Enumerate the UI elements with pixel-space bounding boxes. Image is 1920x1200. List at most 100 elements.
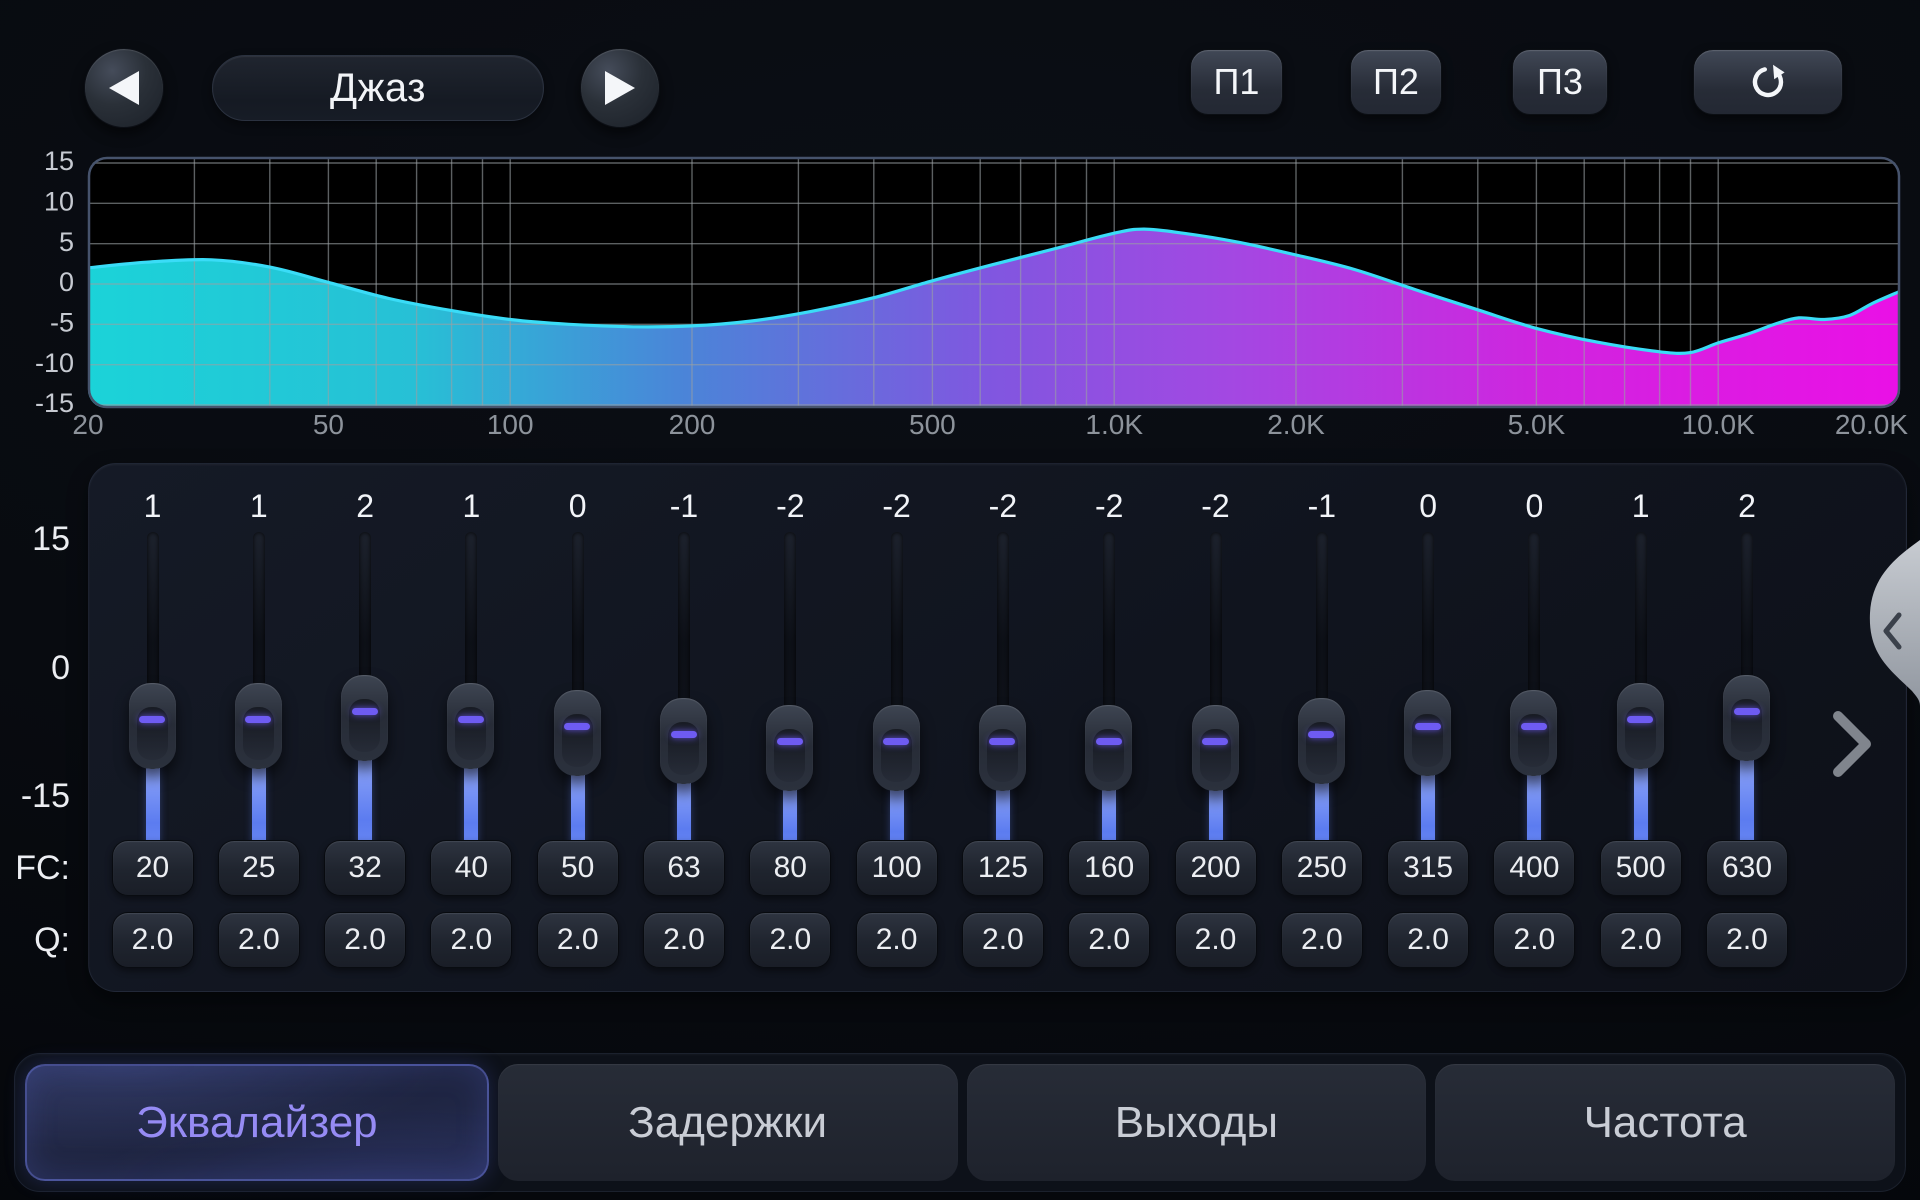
band-fc-button[interactable]: 50 [537,840,619,896]
slider-thumb-dash [139,716,165,723]
band-q-button[interactable]: 2.0 [112,912,194,968]
fc-row-label: FC: [0,850,70,886]
band-gain-slider[interactable] [1694,532,1800,806]
band-gain-slider[interactable] [525,532,631,806]
tab-bar: ЭквалайзерЗадержкиВыходыЧастота [14,1053,1906,1192]
previous-preset-button[interactable] [84,48,164,128]
slider-thumb[interactable] [129,683,176,769]
band-gain-slider[interactable] [631,532,737,806]
band-gain-slider[interactable] [100,532,206,806]
slider-thumb[interactable] [1617,683,1664,769]
slider-thumb-face [1306,722,1337,775]
band-q-button[interactable]: 2.0 [1706,912,1788,968]
slider-thumb[interactable] [873,705,920,791]
band-gain-slider[interactable] [206,532,312,806]
svg-text:0: 0 [59,267,74,297]
eq-band: 0 400 2.0 [1481,474,1587,994]
band-gain-value: -1 [1269,488,1375,524]
band-fc-button[interactable]: 250 [1281,840,1363,896]
slider-thumb-dash [245,716,271,723]
band-gain-slider[interactable] [844,532,950,806]
band-q-button[interactable]: 2.0 [1068,912,1150,968]
svg-text:200: 200 [669,409,716,440]
band-q-button[interactable]: 2.0 [749,912,831,968]
slider-thumb[interactable] [1298,698,1345,784]
band-q-button[interactable]: 2.0 [430,912,512,968]
slider-thumb[interactable] [1723,675,1770,761]
band-gain-slider[interactable] [1163,532,1269,806]
tab-equalizer[interactable]: Эквалайзер [25,1064,489,1181]
reset-button[interactable] [1693,49,1843,115]
slider-thumb[interactable] [341,675,388,761]
band-q-button[interactable]: 2.0 [1281,912,1363,968]
next-preset-button[interactable] [580,48,660,128]
memory-button-2[interactable]: П2 [1350,49,1442,115]
band-fc-button[interactable]: 125 [962,840,1044,896]
slider-thumb[interactable] [1085,705,1132,791]
band-fc-button[interactable]: 63 [643,840,725,896]
slider-thumb[interactable] [447,683,494,769]
tab-frequency[interactable]: Частота [1435,1064,1895,1181]
band-gain-slider[interactable] [1481,532,1587,806]
eq-band: 1 20 2.0 [100,474,206,994]
slider-thumb-dash [1734,708,1760,715]
band-fc-button[interactable]: 32 [324,840,406,896]
band-q-button[interactable]: 2.0 [643,912,725,968]
slider-thumb-face [1093,729,1124,782]
svg-text:20: 20 [72,409,103,440]
band-gain-slider[interactable] [950,532,1056,806]
band-q-button[interactable]: 2.0 [1600,912,1682,968]
memory-button-3[interactable]: П3 [1512,49,1608,115]
band-fc-button[interactable]: 315 [1387,840,1469,896]
band-gain-slider[interactable] [1588,532,1694,806]
band-gain-slider[interactable] [1269,532,1375,806]
band-fc-button[interactable]: 500 [1600,840,1682,896]
band-fc-button[interactable]: 80 [749,840,831,896]
band-gain-value: 0 [1375,488,1481,524]
band-fc-button[interactable]: 160 [1068,840,1150,896]
eq-band: 0 50 2.0 [525,474,631,994]
slider-thumb[interactable] [1404,690,1451,776]
band-gain-slider[interactable] [1375,532,1481,806]
slider-thumb[interactable] [554,690,601,776]
slider-thumb[interactable] [1510,690,1557,776]
band-q-button[interactable]: 2.0 [856,912,938,968]
svg-text:5.0K: 5.0K [1508,409,1566,440]
band-q-button[interactable]: 2.0 [1387,912,1469,968]
band-fc-button[interactable]: 25 [218,840,300,896]
slider-thumb-face [1518,714,1549,767]
band-fc-button[interactable]: 100 [856,840,938,896]
svg-text:2.0K: 2.0K [1267,409,1325,440]
slider-thumb[interactable] [235,683,282,769]
slider-thumb-dash [1202,738,1228,745]
band-gain-value: 2 [1694,488,1800,524]
band-gain-slider[interactable] [1056,532,1162,806]
band-gain-slider[interactable] [737,532,843,806]
slider-thumb[interactable] [1192,705,1239,791]
band-fc-button[interactable]: 20 [112,840,194,896]
band-q-button[interactable]: 2.0 [537,912,619,968]
tab-delays[interactable]: Задержки [498,1064,958,1181]
slider-thumb[interactable] [979,705,1026,791]
band-q-button[interactable]: 2.0 [962,912,1044,968]
slider-thumb-dash [1096,738,1122,745]
slider-thumb-face [881,729,912,782]
band-q-button[interactable]: 2.0 [1493,912,1575,968]
band-fc-button[interactable]: 200 [1175,840,1257,896]
eq-band: 1 40 2.0 [418,474,524,994]
band-fc-button[interactable]: 40 [430,840,512,896]
tab-outputs[interactable]: Выходы [967,1064,1427,1181]
band-fc-button[interactable]: 630 [1706,840,1788,896]
band-gain-slider[interactable] [418,532,524,806]
band-q-button[interactable]: 2.0 [218,912,300,968]
band-gain-slider[interactable] [312,532,418,806]
preset-name[interactable]: Джаз [212,55,544,121]
band-gain-value: 0 [525,488,631,524]
slider-thumb[interactable] [766,705,813,791]
band-q-button[interactable]: 2.0 [1175,912,1257,968]
band-fc-button[interactable]: 400 [1493,840,1575,896]
memory-button-1[interactable]: П1 [1190,49,1283,115]
band-q-button[interactable]: 2.0 [324,912,406,968]
slider-thumb[interactable] [660,698,707,784]
slider-thumb-face [562,714,593,767]
